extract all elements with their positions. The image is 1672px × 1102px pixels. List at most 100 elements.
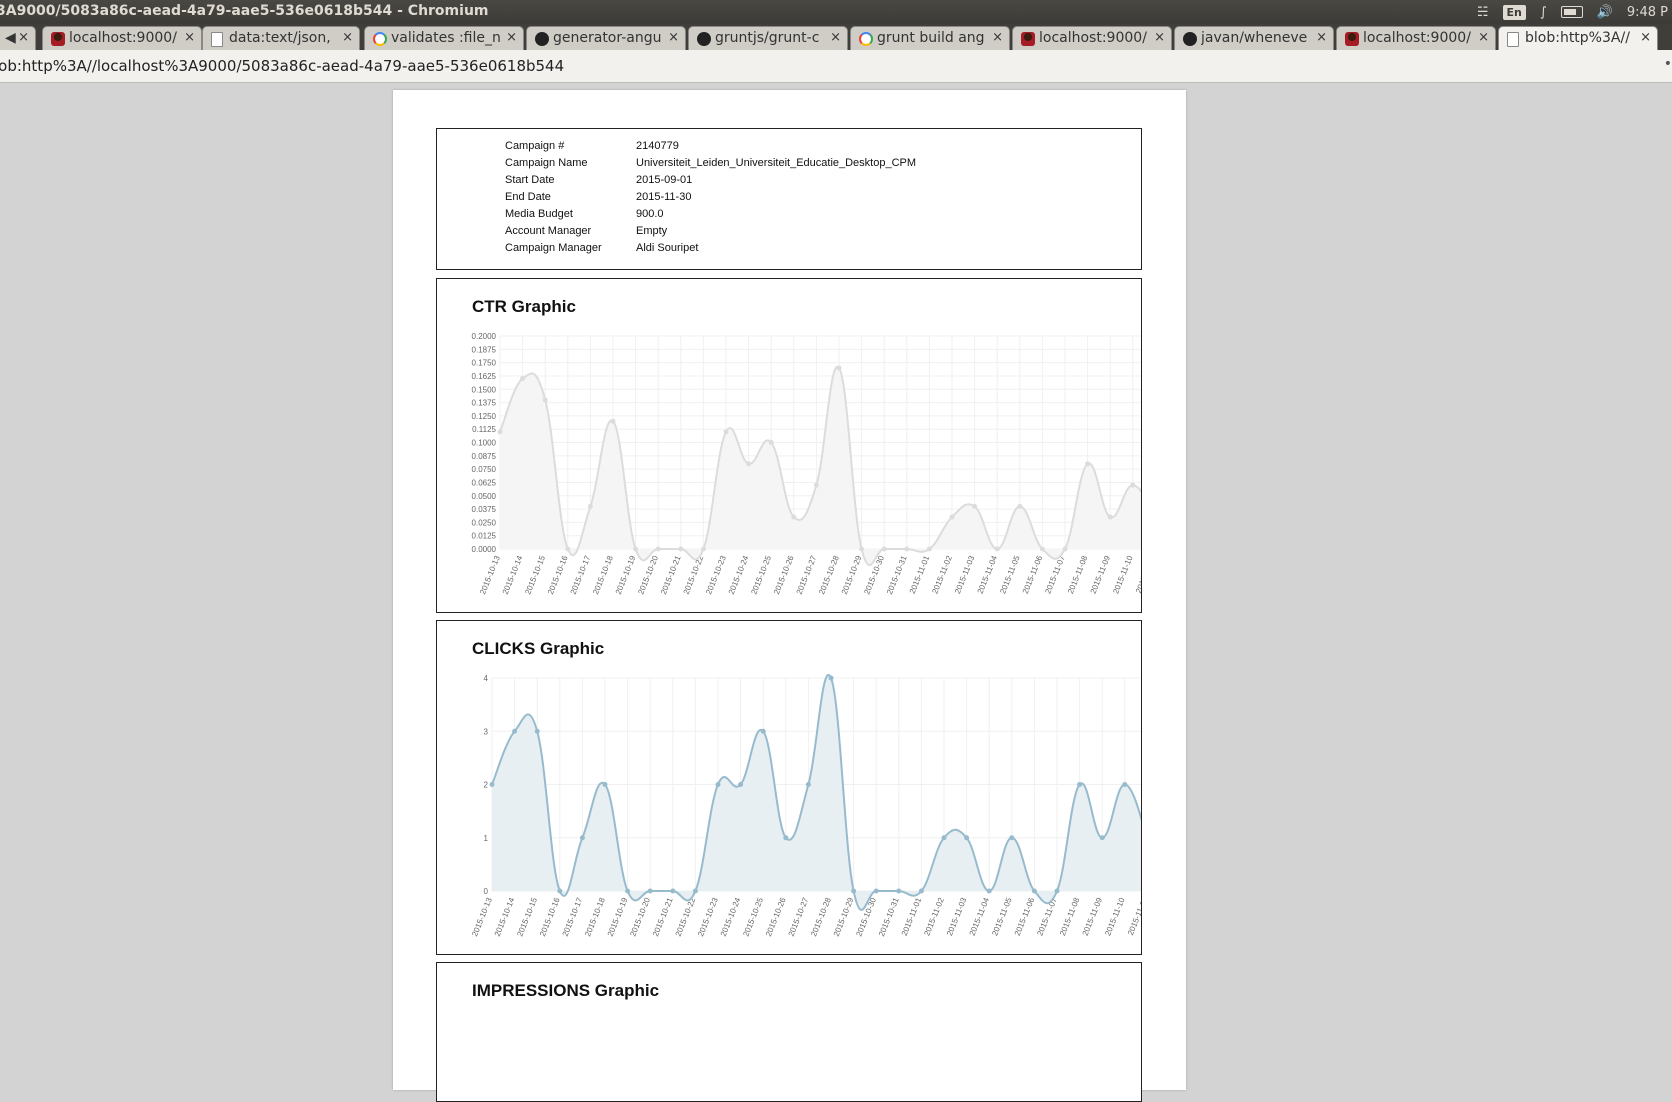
data-point[interactable] — [647, 888, 653, 894]
language-indicator[interactable]: En — [1502, 4, 1526, 20]
data-point[interactable] — [579, 835, 585, 841]
data-point[interactable] — [633, 546, 639, 552]
data-point[interactable] — [994, 546, 1000, 552]
data-point[interactable] — [851, 888, 857, 894]
data-point[interactable] — [972, 503, 978, 509]
impressions-chart-panel: IMPRESSIONS Graphic — [436, 962, 1142, 1102]
data-point[interactable] — [873, 888, 879, 894]
data-point[interactable] — [602, 782, 608, 787]
tab-localhost-3[interactable]: localhost:9000/ × — [1336, 26, 1496, 50]
data-point[interactable] — [497, 429, 503, 435]
close-icon[interactable]: × — [668, 30, 679, 45]
data-point[interactable] — [738, 782, 744, 787]
data-point[interactable] — [1031, 888, 1037, 894]
close-icon[interactable]: × — [184, 30, 195, 45]
data-point[interactable] — [813, 482, 819, 488]
data-point[interactable] — [986, 888, 992, 894]
tab-grunt-build[interactable]: grunt build ang × — [850, 26, 1010, 50]
data-point[interactable] — [610, 418, 616, 424]
data-point[interactable] — [565, 546, 571, 552]
close-icon[interactable]: × — [18, 30, 29, 45]
data-point[interactable] — [692, 888, 698, 894]
data-point[interactable] — [678, 546, 684, 552]
close-icon[interactable]: × — [830, 30, 841, 45]
data-point[interactable] — [949, 514, 955, 520]
url-text[interactable]: lob:http%3A//localhost%3A9000/5083a86c-a… — [0, 57, 564, 75]
wifi-icon[interactable]: ☵ — [1477, 5, 1489, 20]
github-favicon-icon — [535, 32, 549, 46]
tab-data-json[interactable]: data:text/json, × — [202, 26, 360, 50]
data-point[interactable] — [1017, 503, 1023, 509]
data-point[interactable] — [964, 835, 970, 841]
tab-localhost-2[interactable]: localhost:9000/ × — [1012, 26, 1172, 50]
bluetooth-icon[interactable]: ∫ — [1540, 5, 1547, 20]
volume-icon[interactable]: 🔊 — [1597, 5, 1613, 20]
tab-validates-file[interactable]: validates :file_n × — [364, 26, 524, 50]
data-point[interactable] — [1130, 482, 1136, 488]
data-point[interactable] — [542, 397, 548, 403]
data-point[interactable] — [1099, 835, 1105, 841]
close-icon[interactable]: × — [992, 30, 1003, 45]
tab-whenever[interactable]: javan/wheneve × — [1174, 26, 1334, 50]
tab-label: data:text/json, — [229, 30, 331, 46]
data-point[interactable] — [723, 429, 729, 435]
data-point[interactable] — [489, 782, 495, 787]
tab-localhost-1[interactable]: localhost:9000/ × — [42, 26, 202, 50]
data-point[interactable] — [926, 546, 932, 552]
info-value: 2015-09-01 — [636, 173, 693, 186]
data-point[interactable] — [670, 888, 676, 894]
battery-icon[interactable] — [1560, 6, 1583, 18]
close-icon[interactable]: × — [1478, 30, 1489, 45]
close-icon[interactable]: × — [342, 30, 353, 45]
close-icon[interactable]: × — [506, 30, 517, 45]
data-point[interactable] — [768, 440, 774, 445]
y-tick-label: 0.1125 — [472, 425, 496, 434]
close-icon[interactable]: × — [1316, 30, 1327, 45]
tab-blob-active[interactable]: blob:http%3A// × — [1498, 26, 1658, 50]
data-point[interactable] — [512, 728, 518, 734]
data-point[interactable] — [918, 888, 924, 894]
x-tick-label: 2015-11-03 — [945, 896, 969, 937]
tab-generator-angular[interactable]: generator-angu × — [526, 26, 686, 50]
data-point[interactable] — [859, 546, 865, 552]
data-point[interactable] — [904, 546, 910, 552]
data-point[interactable] — [791, 514, 797, 520]
data-point[interactable] — [805, 782, 811, 787]
data-point[interactable] — [1009, 835, 1015, 841]
tab-back-overflow[interactable]: ◀ × — [0, 26, 36, 50]
data-point[interactable] — [828, 675, 834, 681]
x-tick-label: 2015-10-17 — [561, 896, 585, 938]
data-point[interactable] — [587, 503, 593, 509]
data-point[interactable] — [881, 546, 887, 552]
tab-gruntjs[interactable]: gruntjs/grunt-c × — [688, 26, 848, 50]
info-value: 900.0 — [636, 207, 664, 220]
data-point[interactable] — [1107, 514, 1113, 520]
data-point[interactable] — [1085, 461, 1091, 467]
data-point[interactable] — [655, 546, 661, 552]
data-point[interactable] — [715, 782, 721, 787]
clock[interactable]: 9:48 P — [1627, 5, 1668, 20]
close-icon[interactable]: × — [1640, 30, 1651, 45]
data-point[interactable] — [836, 365, 842, 371]
address-bar[interactable]: lob:http%3A//localhost%3A9000/5083a86c-a… — [0, 50, 1672, 83]
tab-label: validates :file_n — [391, 30, 501, 46]
data-point[interactable] — [1062, 546, 1068, 552]
menu-icon[interactable]: • — [1664, 56, 1672, 72]
close-icon[interactable]: × — [1154, 30, 1165, 45]
data-point[interactable] — [760, 728, 766, 734]
data-point[interactable] — [783, 835, 789, 841]
data-point[interactable] — [1122, 782, 1128, 787]
x-tick-label: 2015-10-31 — [885, 554, 909, 596]
data-point[interactable] — [1054, 888, 1060, 894]
data-point[interactable] — [1039, 546, 1045, 552]
data-point[interactable] — [625, 888, 631, 894]
data-point[interactable] — [557, 888, 563, 894]
data-point[interactable] — [896, 888, 902, 894]
x-tick-label: 2015-11-11 — [1134, 554, 1142, 595]
data-point[interactable] — [520, 376, 526, 382]
data-point[interactable] — [534, 728, 540, 734]
data-point[interactable] — [746, 461, 752, 467]
data-point[interactable] — [941, 835, 947, 841]
data-point[interactable] — [700, 546, 706, 552]
data-point[interactable] — [1077, 782, 1083, 787]
